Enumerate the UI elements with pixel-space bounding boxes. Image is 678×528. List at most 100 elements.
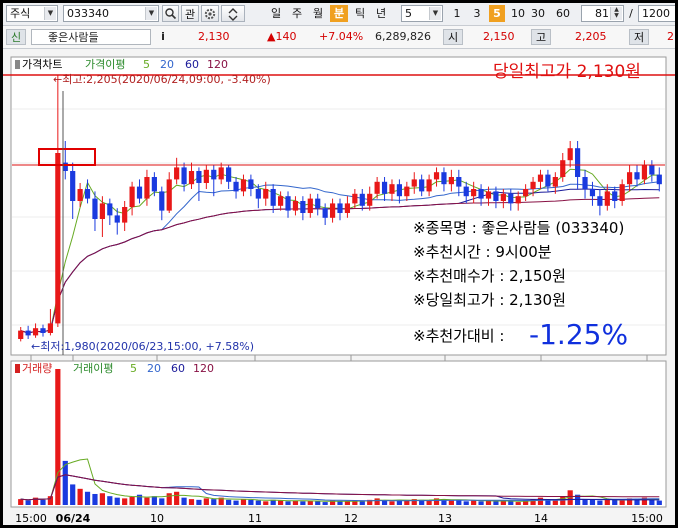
settings-button[interactable] bbox=[201, 5, 219, 22]
volume-bar bbox=[322, 502, 328, 505]
chart-area[interactable]: 가격차트 가격이평 5 20 60 120 ←최고:2,205(2020/06/… bbox=[3, 51, 675, 525]
annotation-ratio-value: -1.25% bbox=[529, 318, 628, 351]
candle-body bbox=[226, 167, 232, 182]
volume-bar bbox=[300, 501, 306, 505]
gear-icon bbox=[204, 8, 216, 20]
info-icon[interactable]: i bbox=[157, 29, 169, 45]
candle-body bbox=[575, 148, 581, 177]
annotation-ratio-label: ※추천가대비 : bbox=[413, 327, 504, 345]
total-count-input[interactable]: 1200 bbox=[638, 5, 675, 22]
candle-body bbox=[92, 198, 98, 219]
quick-interval-button-0[interactable]: 1 bbox=[449, 5, 465, 22]
volume-bar bbox=[337, 501, 343, 505]
interval-select[interactable]: 5 ▼ bbox=[401, 5, 443, 22]
candle-body bbox=[604, 191, 610, 206]
period-button-5[interactable]: 년 bbox=[372, 5, 390, 22]
period-button-4[interactable]: 틱 bbox=[351, 5, 369, 22]
updown-stepper[interactable] bbox=[221, 5, 245, 22]
current-price: 2,130 bbox=[198, 30, 230, 43]
market-select[interactable]: 주식 ▼ bbox=[6, 5, 58, 22]
volume-bar bbox=[448, 500, 454, 505]
candle-body bbox=[322, 208, 328, 218]
chevron-down-icon[interactable]: ▼ bbox=[145, 7, 157, 20]
candle-body bbox=[463, 186, 469, 197]
count-value: 81 bbox=[595, 7, 609, 20]
candle-body bbox=[471, 189, 477, 197]
volume-bar bbox=[359, 501, 365, 505]
credit-tag: 신 bbox=[6, 29, 26, 45]
candle-body bbox=[188, 171, 195, 185]
candle-body bbox=[99, 203, 105, 219]
candle-body bbox=[84, 189, 91, 199]
volume-bar bbox=[597, 500, 603, 505]
candle-body bbox=[441, 172, 447, 185]
period-button-0[interactable]: 일 bbox=[267, 5, 285, 22]
quick-interval-button-4[interactable]: 30 bbox=[527, 5, 549, 22]
search-icon bbox=[165, 8, 177, 20]
quick-interval-button-2[interactable]: 5 bbox=[489, 5, 505, 22]
stock-name: 좋은사람들 bbox=[31, 29, 151, 45]
annotation-time: ※추천시간 : 9시00분 bbox=[413, 243, 552, 261]
volume-bar bbox=[99, 493, 105, 505]
candle-body bbox=[456, 177, 462, 187]
candle-body bbox=[359, 193, 365, 206]
volume-bar bbox=[196, 499, 202, 505]
volume-bar bbox=[114, 497, 120, 505]
candle-body bbox=[285, 196, 291, 211]
volume-bar bbox=[315, 501, 321, 505]
candle-body bbox=[248, 179, 254, 189]
open-label: 시 bbox=[443, 29, 463, 45]
count-input[interactable]: 81 ▲ ▼ bbox=[581, 5, 624, 22]
open-price: 2,150 bbox=[483, 30, 515, 43]
legend-swatch bbox=[15, 364, 20, 373]
candle-body bbox=[344, 203, 351, 213]
quick-interval-button-5[interactable]: 60 bbox=[552, 5, 574, 22]
candle-body bbox=[545, 174, 551, 187]
candle-body bbox=[500, 193, 506, 201]
volume-bar bbox=[211, 499, 217, 505]
candle-body bbox=[560, 160, 566, 177]
candle-body bbox=[641, 165, 648, 180]
chevron-down-icon[interactable]: ▼ bbox=[44, 7, 56, 20]
quick-interval-button-3[interactable]: 10 bbox=[507, 5, 529, 22]
period-button-2[interactable]: 월 bbox=[309, 5, 327, 22]
vma20-legend: 20 bbox=[147, 362, 161, 375]
period-button-1[interactable]: 주 bbox=[288, 5, 306, 22]
volume-bar bbox=[233, 500, 239, 505]
chevron-down-icon[interactable]: ▼ bbox=[429, 7, 441, 20]
volume-bar bbox=[129, 496, 135, 505]
search-button[interactable] bbox=[162, 5, 179, 22]
spinner-icon[interactable]: ▲ ▼ bbox=[610, 7, 622, 20]
candle-body bbox=[270, 189, 276, 206]
candle-body bbox=[107, 203, 113, 216]
volume-bar bbox=[277, 500, 284, 505]
volume-bar bbox=[55, 369, 61, 505]
market-select-value: 주식 bbox=[10, 7, 31, 20]
ma120-legend: 120 bbox=[207, 58, 228, 71]
candle-body bbox=[77, 189, 83, 201]
candle-body bbox=[40, 328, 46, 333]
candle-body bbox=[144, 177, 150, 199]
volume-bar bbox=[285, 501, 291, 505]
candle-body bbox=[389, 184, 395, 194]
candle-body bbox=[151, 177, 157, 192]
period-button-3[interactable]: 분 bbox=[330, 5, 348, 22]
x-tick-label: 12 bbox=[344, 512, 358, 525]
candle-body bbox=[32, 328, 39, 336]
volume-bar bbox=[226, 499, 232, 505]
candle-body bbox=[203, 169, 209, 183]
high-price: 2,205 bbox=[575, 30, 607, 43]
candle-body bbox=[114, 215, 120, 223]
volume-bar bbox=[92, 493, 98, 505]
kwan-button[interactable]: 관 bbox=[181, 5, 199, 22]
candle-body bbox=[374, 181, 380, 194]
volume-bar bbox=[493, 501, 499, 505]
headline-text: 당일최고가 2,130원 bbox=[493, 62, 641, 82]
vma60-legend: 60 bbox=[171, 362, 185, 375]
volume-bar bbox=[203, 498, 209, 505]
volume-bar bbox=[174, 491, 180, 505]
quick-interval-button-1[interactable]: 3 bbox=[469, 5, 485, 22]
total-count-value: 1200 bbox=[642, 7, 670, 20]
stock-code-input[interactable]: 033340 ▼ bbox=[63, 5, 159, 22]
volume-bar bbox=[508, 501, 514, 505]
